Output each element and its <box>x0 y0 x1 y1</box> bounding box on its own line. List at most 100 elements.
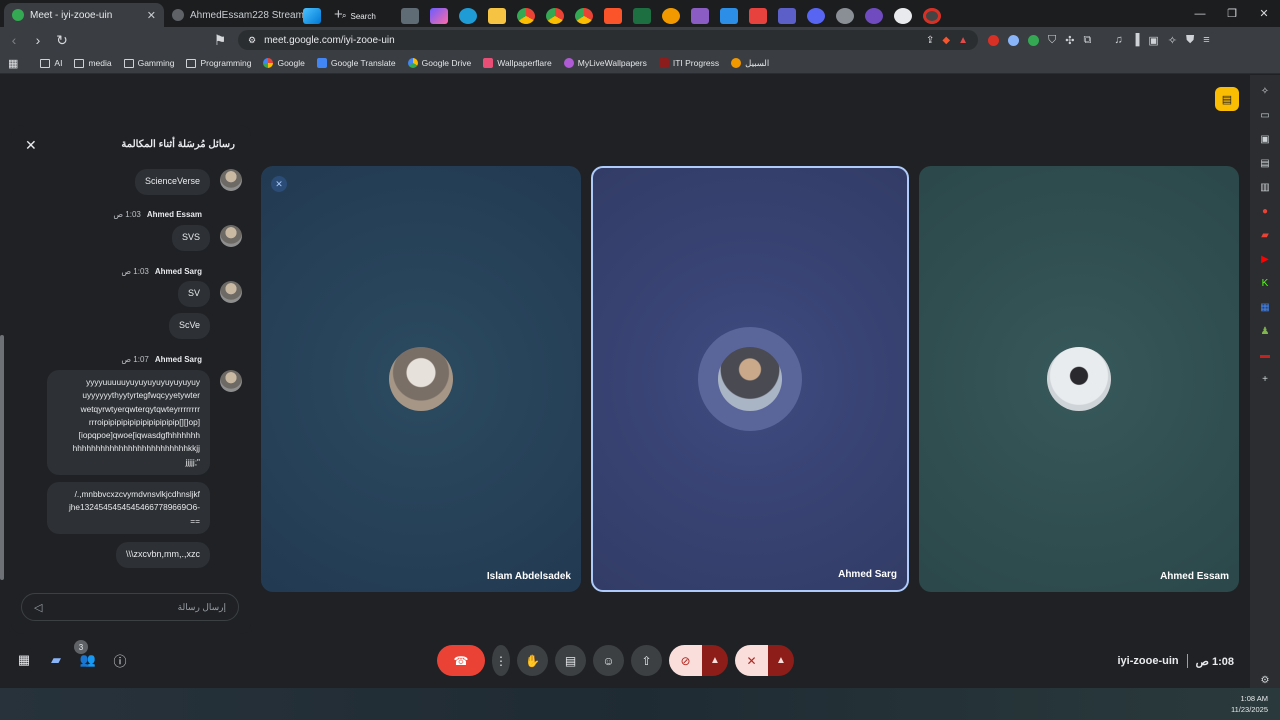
iti-icon[interactable]: ▬ <box>1258 348 1272 362</box>
raise-hand-button[interactable]: ✋ <box>517 645 548 676</box>
chat-icon[interactable]: ▰ <box>48 652 64 668</box>
site-info-icon[interactable]: ⚙ <box>248 35 256 46</box>
minimize-icon[interactable]: — <box>1184 0 1216 27</box>
vpn-icon[interactable]: ⛉ <box>1048 34 1056 47</box>
chrome-icon[interactable] <box>517 8 535 24</box>
bookmarks-icon[interactable]: ▤ <box>1258 157 1272 171</box>
chat-scrollbar[interactable] <box>0 335 4 580</box>
app-orange-icon[interactable] <box>662 8 680 24</box>
participant-tile-ahmed-sarg[interactable]: Ahmed Sarg <box>591 166 909 592</box>
tab-meet[interactable]: Meet - iyi-zooe-uin ✕ <box>4 3 164 27</box>
end-call-button[interactable]: ☎ <box>437 645 485 676</box>
participant-tile-ahmed-essam[interactable]: Ahmed Essam <box>919 166 1239 592</box>
search-icon: ⌕ <box>342 11 347 20</box>
system-clock[interactable]: 1:08 AM 11/23/2025 <box>1231 693 1268 715</box>
extension-red-icon[interactable] <box>988 34 999 46</box>
forward-icon[interactable]: › <box>28 32 48 48</box>
chess-icon[interactable]: ♟ <box>1258 324 1272 338</box>
info-icon[interactable]: ⓘ <box>112 652 128 669</box>
bookmark-google[interactable]: Google <box>263 58 305 68</box>
camera-options-button[interactable]: ▲ <box>702 645 728 676</box>
back-icon[interactable]: ‹ <box>4 32 24 48</box>
leo-ai-icon[interactable]: ✧ <box>1168 34 1177 47</box>
send-icon[interactable]: ◁ <box>34 601 42 614</box>
youtube-icon[interactable]: ▶ <box>1258 252 1272 266</box>
bookmark-alsabeel[interactable]: السبيل <box>731 58 769 69</box>
url-field[interactable]: ⚙ meet.google.com/iyi-zooe-uin ⇪ ◆ ▲ <box>238 30 978 50</box>
meeting-notice-icon[interactable]: ▤ <box>1215 87 1239 111</box>
camera-off-button[interactable]: ⊘ <box>669 645 702 676</box>
visual-studio-icon[interactable] <box>691 8 709 24</box>
bookmark-folder-gamming[interactable]: Gamming <box>123 58 174 68</box>
wallet-icon[interactable]: ▣ <box>1258 133 1272 147</box>
apps-grid-icon[interactable]: ▦ <box>16 652 32 668</box>
more-options-button[interactable]: ⋮ <box>492 645 510 676</box>
message-text: SVS <box>181 232 200 242</box>
teams-icon[interactable] <box>778 8 796 24</box>
wallet-icon[interactable]: ▣ <box>1148 34 1158 47</box>
bookmark-iti-progress[interactable]: ITI Progress <box>658 58 719 68</box>
gmail-icon[interactable]: ▰ <box>1258 229 1272 243</box>
emoji-button[interactable]: ☺ <box>593 645 624 676</box>
jetbrains-icon[interactable] <box>749 8 767 24</box>
sidebar-icon[interactable]: ▐ <box>1132 34 1140 46</box>
maps-pin-icon[interactable] <box>894 8 912 24</box>
settings-icon[interactable]: ⚙ <box>1258 674 1272 688</box>
close-tab-icon[interactable]: ✕ <box>147 9 156 22</box>
captions-button[interactable]: ▤ <box>555 645 586 676</box>
bookmark-folder-media[interactable]: media <box>74 58 112 68</box>
settings-app-icon[interactable] <box>836 8 854 24</box>
bookmark-wallpaperflare[interactable]: Wallpaperflare <box>483 58 552 68</box>
windows-start-icon[interactable] <box>303 8 321 24</box>
present-screen-button[interactable]: ⇧ <box>631 645 662 676</box>
mic-off-button[interactable]: ✕ <box>735 645 768 676</box>
github-desktop-icon[interactable] <box>865 8 883 24</box>
shield-icon[interactable]: ⛊ <box>1186 34 1194 47</box>
excel-icon[interactable] <box>633 8 651 24</box>
apps-grid-icon[interactable]: ▦ <box>8 57 18 70</box>
menu-icon[interactable]: ≡ <box>1203 34 1209 46</box>
edge-icon[interactable] <box>459 8 477 24</box>
brave-icon[interactable] <box>604 8 622 24</box>
folder-icon <box>186 58 197 68</box>
people-icon[interactable]: 👥 <box>80 652 96 668</box>
bookmark-google-translate[interactable]: Google Translate <box>316 58 396 68</box>
google-icon[interactable]: ● <box>1258 205 1272 219</box>
participant-tile-islam[interactable]: ✕ Islam Abdelsadek <box>261 166 581 592</box>
kick-icon[interactable]: K <box>1258 276 1272 290</box>
extension-n-icon[interactable] <box>1028 34 1039 46</box>
chat-message-input[interactable]: ◁ إرسال رسالة <box>21 593 239 621</box>
bookmark-mylivewallpapers[interactable]: MyLiveWallpapers <box>563 58 647 68</box>
bookmark-folder-programming[interactable]: Programming <box>186 58 251 68</box>
brave-rewards-icon[interactable]: ▲ <box>958 35 968 46</box>
close-icon[interactable]: ✕ <box>25 137 37 154</box>
vscode-icon[interactable] <box>720 8 738 24</box>
tab-stream[interactable]: AhmedEssam228 Stream - Watch Liv <box>164 3 324 27</box>
share-icon[interactable]: ⇪ <box>926 35 934 46</box>
close-window-icon[interactable]: ✕ <box>1248 0 1280 27</box>
task-view-icon[interactable] <box>401 8 419 24</box>
leo-icon[interactable]: ✧ <box>1258 85 1272 99</box>
copilot-icon[interactable] <box>430 8 448 24</box>
chrome-dev-icon[interactable] <box>575 8 593 24</box>
extensions-puzzle-icon[interactable]: ✣ <box>1065 34 1074 47</box>
bookmark-folder-ai[interactable]: AI <box>40 58 62 68</box>
translate-icon[interactable]: ▦ <box>1258 300 1272 314</box>
music-icon[interactable]: ♫ <box>1114 34 1122 46</box>
chrome-profile-icon[interactable] <box>546 8 564 24</box>
restore-icon[interactable]: ❐ <box>1216 0 1248 27</box>
obs-icon[interactable] <box>923 8 941 24</box>
reload-icon[interactable]: ↻ <box>52 32 72 49</box>
bookmark-icon[interactable]: ⚑ <box>210 32 230 49</box>
file-explorer-icon[interactable] <box>488 8 506 24</box>
bookmark-google-drive[interactable]: Google Drive <box>407 58 471 68</box>
reading-list-icon[interactable]: ▥ <box>1258 181 1272 195</box>
discord-icon[interactable] <box>807 8 825 24</box>
taskbar-search[interactable]: ⌕ Search <box>336 8 382 24</box>
tab-icon[interactable]: ▭ <box>1258 109 1272 123</box>
tab-search-icon[interactable]: ⧉ <box>1083 34 1091 47</box>
extension-circle-icon[interactable] <box>1008 34 1019 46</box>
add-icon[interactable]: + <box>1258 372 1272 386</box>
brave-shield-icon[interactable]: ◆ <box>942 35 950 46</box>
mic-options-button[interactable]: ▲ <box>768 645 794 676</box>
